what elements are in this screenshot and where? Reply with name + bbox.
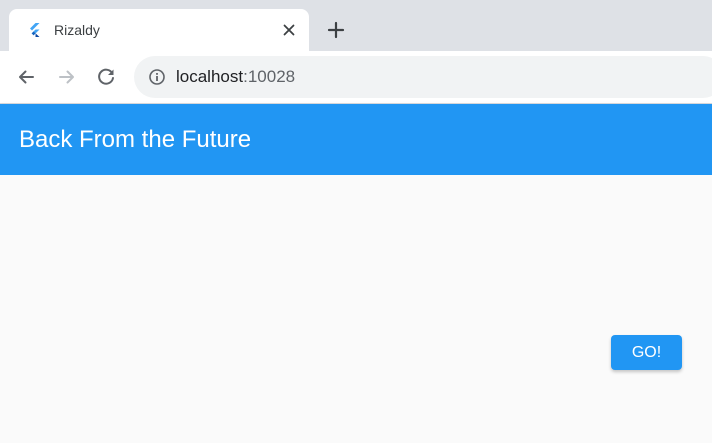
url-host: localhost — [176, 67, 244, 86]
page-body — [0, 175, 712, 443]
page-title: Back From the Future — [19, 126, 252, 153]
flutter-logo-icon — [30, 23, 40, 37]
reload-icon[interactable] — [94, 65, 118, 89]
address-url[interactable]: localhost:10028 — [176, 67, 295, 87]
info-icon[interactable] — [148, 68, 166, 86]
address-bar[interactable]: localhost:10028 — [134, 56, 712, 98]
close-icon[interactable] — [280, 21, 298, 39]
app-bar: Back From the Future — [0, 104, 712, 175]
tab-title: Rizaldy — [54, 22, 100, 38]
browser-tab[interactable]: Rizaldy — [9, 9, 309, 51]
plus-icon[interactable] — [324, 18, 348, 42]
browser-toolbar: localhost:10028 — [0, 51, 712, 103]
url-port: :10028 — [243, 67, 296, 86]
browser-tabstrip: Rizaldy — [0, 0, 712, 51]
go-button[interactable]: GO! — [611, 335, 682, 370]
forward-arrow-icon[interactable] — [55, 65, 79, 89]
back-arrow-icon[interactable] — [14, 65, 38, 89]
